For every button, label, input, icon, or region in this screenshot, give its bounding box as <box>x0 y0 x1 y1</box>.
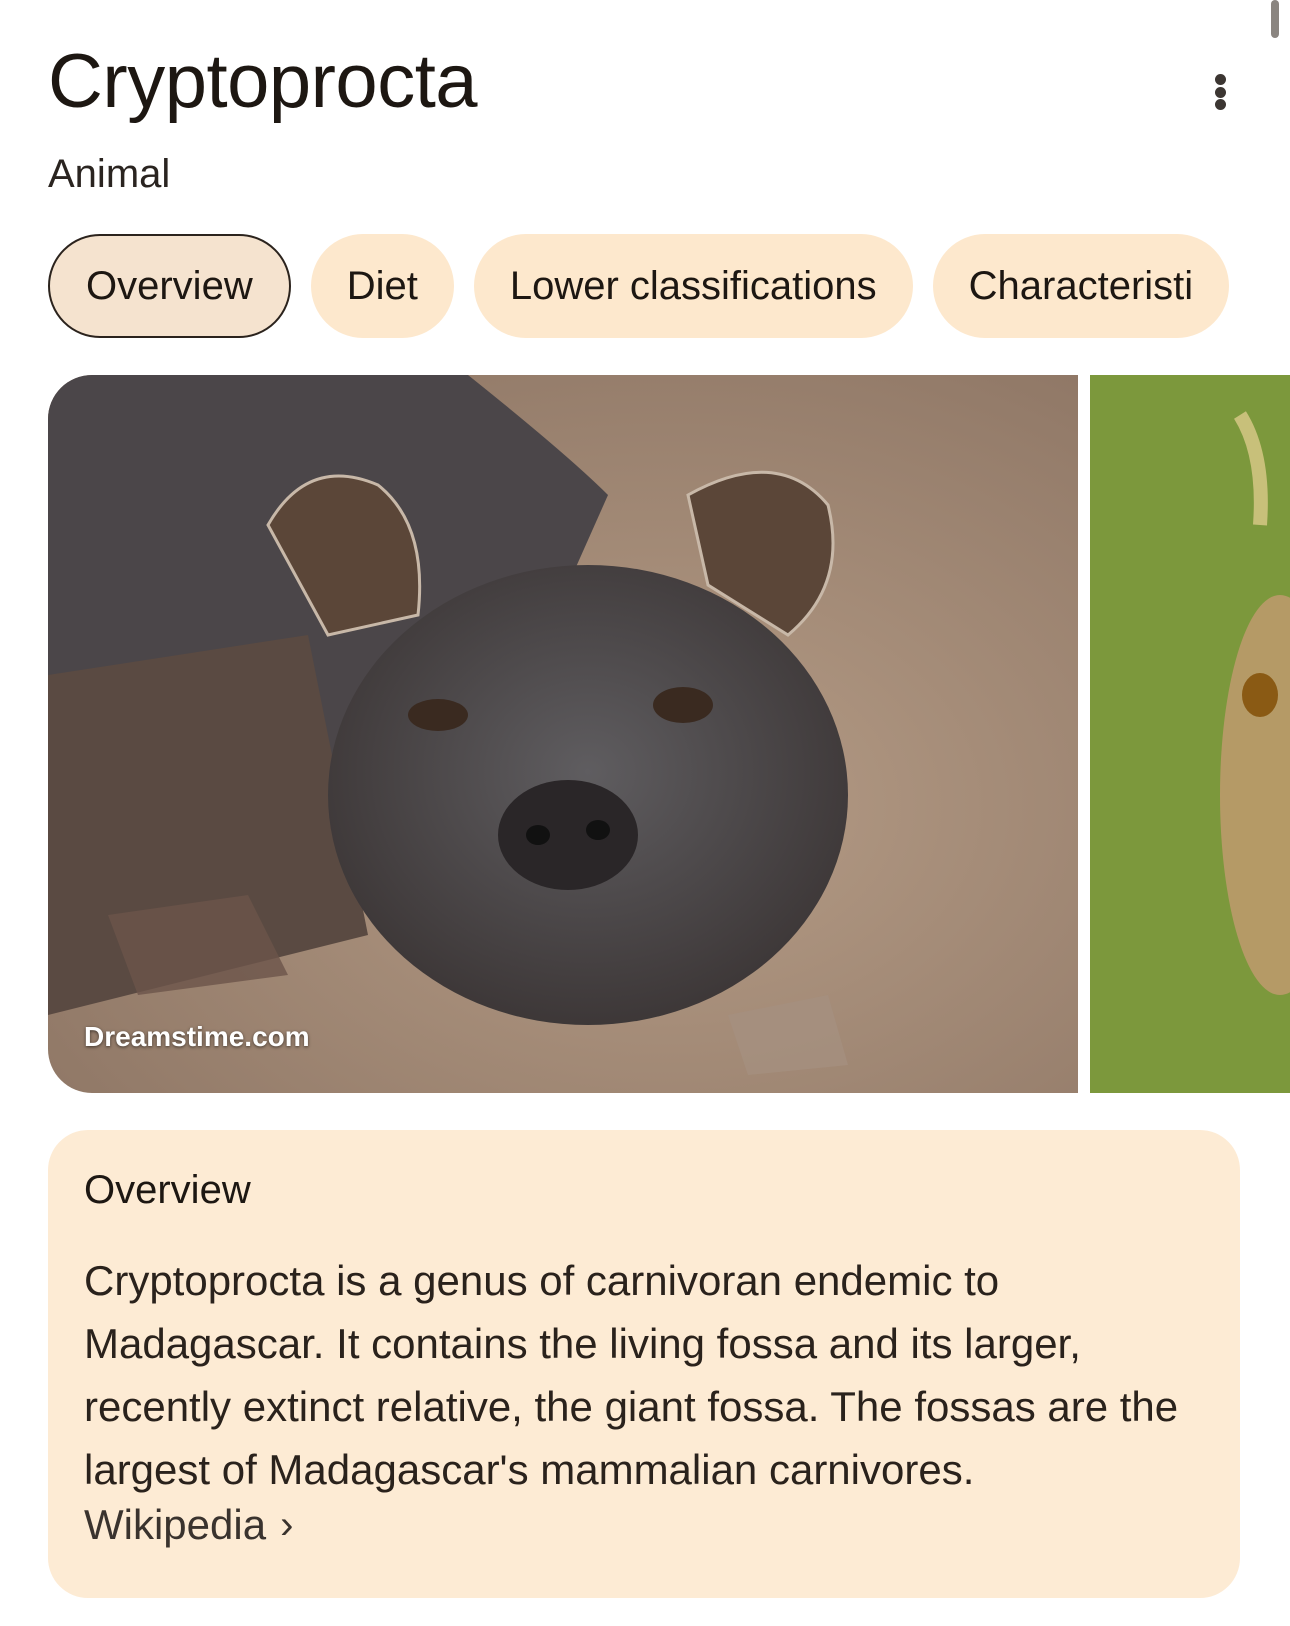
wikipedia-link[interactable]: Wikipedia › <box>84 1501 293 1549</box>
entity-type: Animal <box>48 152 171 196</box>
overview-heading: Overview <box>84 1168 251 1212</box>
page-title: Cryptoprocta <box>48 39 478 124</box>
fossa-photo-2 <box>1090 375 1290 1093</box>
tab-characteristics[interactable]: Characteristi <box>932 234 1230 338</box>
topic-tabs: Overview Diet Lower classifications Char… <box>48 234 1290 342</box>
more-vert-icon-dot <box>1214 99 1226 110</box>
tab-lower-classifications[interactable]: Lower classifications <box>473 234 913 338</box>
tab-overview[interactable]: Overview <box>48 234 291 338</box>
scroll-indicator[interactable] <box>1271 0 1279 38</box>
overview-body: Cryptoprocta is a genus of carnivoran en… <box>84 1257 1179 1493</box>
source-label: Wikipedia <box>84 1501 267 1548</box>
tab-diet[interactable]: Diet <box>310 234 454 338</box>
more-vert-icon-dot <box>1214 86 1226 98</box>
image-secondary[interactable] <box>1090 375 1290 1093</box>
image-source-label: Dreamstime.com <box>84 1021 310 1052</box>
fossa-photo <box>48 375 1078 1093</box>
more-options-button[interactable] <box>1198 68 1242 116</box>
image-primary[interactable]: Dreamstime.com <box>48 375 1078 1093</box>
chevron-right-icon: › <box>280 1502 294 1547</box>
overview-card: Overview Cryptoprocta is a genus of carn… <box>48 1130 1240 1598</box>
more-vert-icon <box>1214 74 1226 85</box>
